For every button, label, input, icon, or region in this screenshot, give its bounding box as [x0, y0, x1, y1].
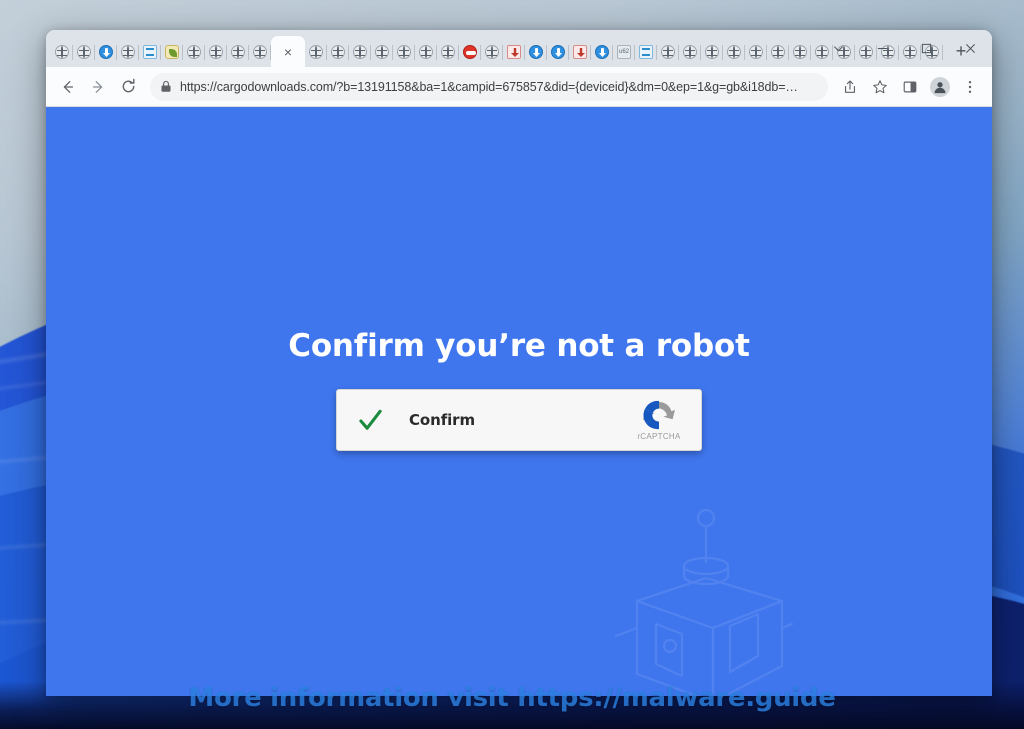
tab[interactable]: [635, 37, 657, 67]
tab[interactable]: [525, 37, 547, 67]
maximize-icon[interactable]: [904, 30, 948, 67]
tab[interactable]: [305, 37, 327, 67]
reload-icon[interactable]: [114, 73, 142, 101]
page-title: Confirm you’re not a robot: [288, 328, 750, 364]
tab-search-chevron-down-icon[interactable]: [816, 30, 860, 67]
forward-arrow-icon[interactable]: [84, 73, 112, 101]
tab[interactable]: [591, 37, 613, 67]
tab[interactable]: u62: [613, 37, 635, 67]
tab[interactable]: [51, 37, 73, 67]
blue-download-icon: [551, 45, 565, 59]
green-checkmark-icon[interactable]: [357, 407, 383, 433]
tab[interactable]: [481, 37, 503, 67]
tab[interactable]: [371, 37, 393, 67]
tab[interactable]: [349, 37, 371, 67]
address-bar[interactable]: https://cargodownloads.com/?b=13191158&b…: [150, 72, 828, 101]
red-download-icon: [507, 45, 521, 59]
confirm-captcha-box[interactable]: Confirm rCAPTCHA: [336, 389, 702, 451]
tab[interactable]: [327, 37, 349, 67]
tab[interactable]: [723, 37, 745, 67]
tab[interactable]: [701, 37, 723, 67]
lock-icon: [160, 80, 172, 93]
share-icon[interactable]: [836, 73, 864, 101]
globe-icon: [55, 45, 69, 59]
leaf-icon: [165, 45, 179, 59]
globe-icon: [77, 45, 91, 59]
close-icon[interactable]: [948, 30, 992, 67]
rcaptcha-logo-icon: [643, 400, 675, 430]
minimize-icon[interactable]: [860, 30, 904, 67]
tab[interactable]: [437, 37, 459, 67]
tab[interactable]: [95, 37, 117, 67]
globe-icon: [683, 45, 697, 59]
document-icon: [639, 45, 653, 59]
tab[interactable]: [183, 37, 205, 67]
tab[interactable]: [117, 37, 139, 67]
red-icon: [463, 45, 477, 59]
tab[interactable]: [205, 37, 227, 67]
tab[interactable]: [569, 37, 591, 67]
globe-icon: [485, 45, 499, 59]
globe-icon: [253, 45, 267, 59]
window-controls: [816, 30, 992, 67]
globe-icon: [661, 45, 675, 59]
tab[interactable]: [767, 37, 789, 67]
red-download-icon: [573, 45, 587, 59]
browser-window: × u62 + https://cargodownloads.com/?b=13…: [46, 30, 992, 696]
tab[interactable]: [249, 37, 271, 67]
tab[interactable]: [415, 37, 437, 67]
captcha-brand-label: rCAPTCHA: [637, 432, 681, 441]
active-tab[interactable]: ×: [271, 36, 305, 67]
three-dot-menu-icon[interactable]: [956, 73, 984, 101]
text-icon: u62: [617, 45, 631, 59]
globe-icon: [727, 45, 741, 59]
robot-line-art-icon: [614, 508, 794, 696]
globe-icon: [231, 45, 245, 59]
document-icon: [143, 45, 157, 59]
globe-icon: [353, 45, 367, 59]
tab[interactable]: [745, 37, 767, 67]
globe-icon: [187, 45, 201, 59]
globe-icon: [121, 45, 135, 59]
browser-toolbar: https://cargodownloads.com/?b=13191158&b…: [46, 67, 992, 107]
tab-close-icon[interactable]: ×: [284, 45, 292, 59]
globe-icon: [209, 45, 223, 59]
tab[interactable]: [73, 37, 95, 67]
globe-icon: [419, 45, 433, 59]
globe-icon: [331, 45, 345, 59]
blue-download-icon: [529, 45, 543, 59]
blue-download-icon: [595, 45, 609, 59]
tab[interactable]: [657, 37, 679, 67]
tab-list: × u62: [51, 30, 943, 67]
tab[interactable]: [789, 37, 811, 67]
tab[interactable]: [139, 37, 161, 67]
tab[interactable]: [161, 37, 183, 67]
url-text: https://cargodownloads.com/?b=13191158&b…: [180, 79, 798, 94]
back-arrow-icon[interactable]: [54, 73, 82, 101]
tab-strip: × u62 +: [46, 30, 992, 67]
globe-icon: [309, 45, 323, 59]
tab[interactable]: [503, 37, 525, 67]
globe-icon: [749, 45, 763, 59]
tab[interactable]: [227, 37, 249, 67]
globe-icon: [375, 45, 389, 59]
avatar: [930, 76, 950, 97]
globe-icon: [771, 45, 785, 59]
side-panel-icon[interactable]: [896, 73, 924, 101]
globe-icon: [793, 45, 807, 59]
star-icon[interactable]: [866, 73, 894, 101]
globe-icon: [705, 45, 719, 59]
page-content: Confirm you’re not a robot Confirm rCAPT…: [46, 107, 992, 696]
captcha-brand: rCAPTCHA: [631, 399, 687, 441]
tab[interactable]: [679, 37, 701, 67]
blue-download-icon: [99, 45, 113, 59]
globe-icon: [397, 45, 411, 59]
confirm-label: Confirm: [409, 411, 475, 429]
globe-icon: [441, 45, 455, 59]
tab[interactable]: [547, 37, 569, 67]
tab[interactable]: [393, 37, 415, 67]
tab[interactable]: [459, 37, 481, 67]
profile-avatar-icon[interactable]: [926, 73, 954, 101]
